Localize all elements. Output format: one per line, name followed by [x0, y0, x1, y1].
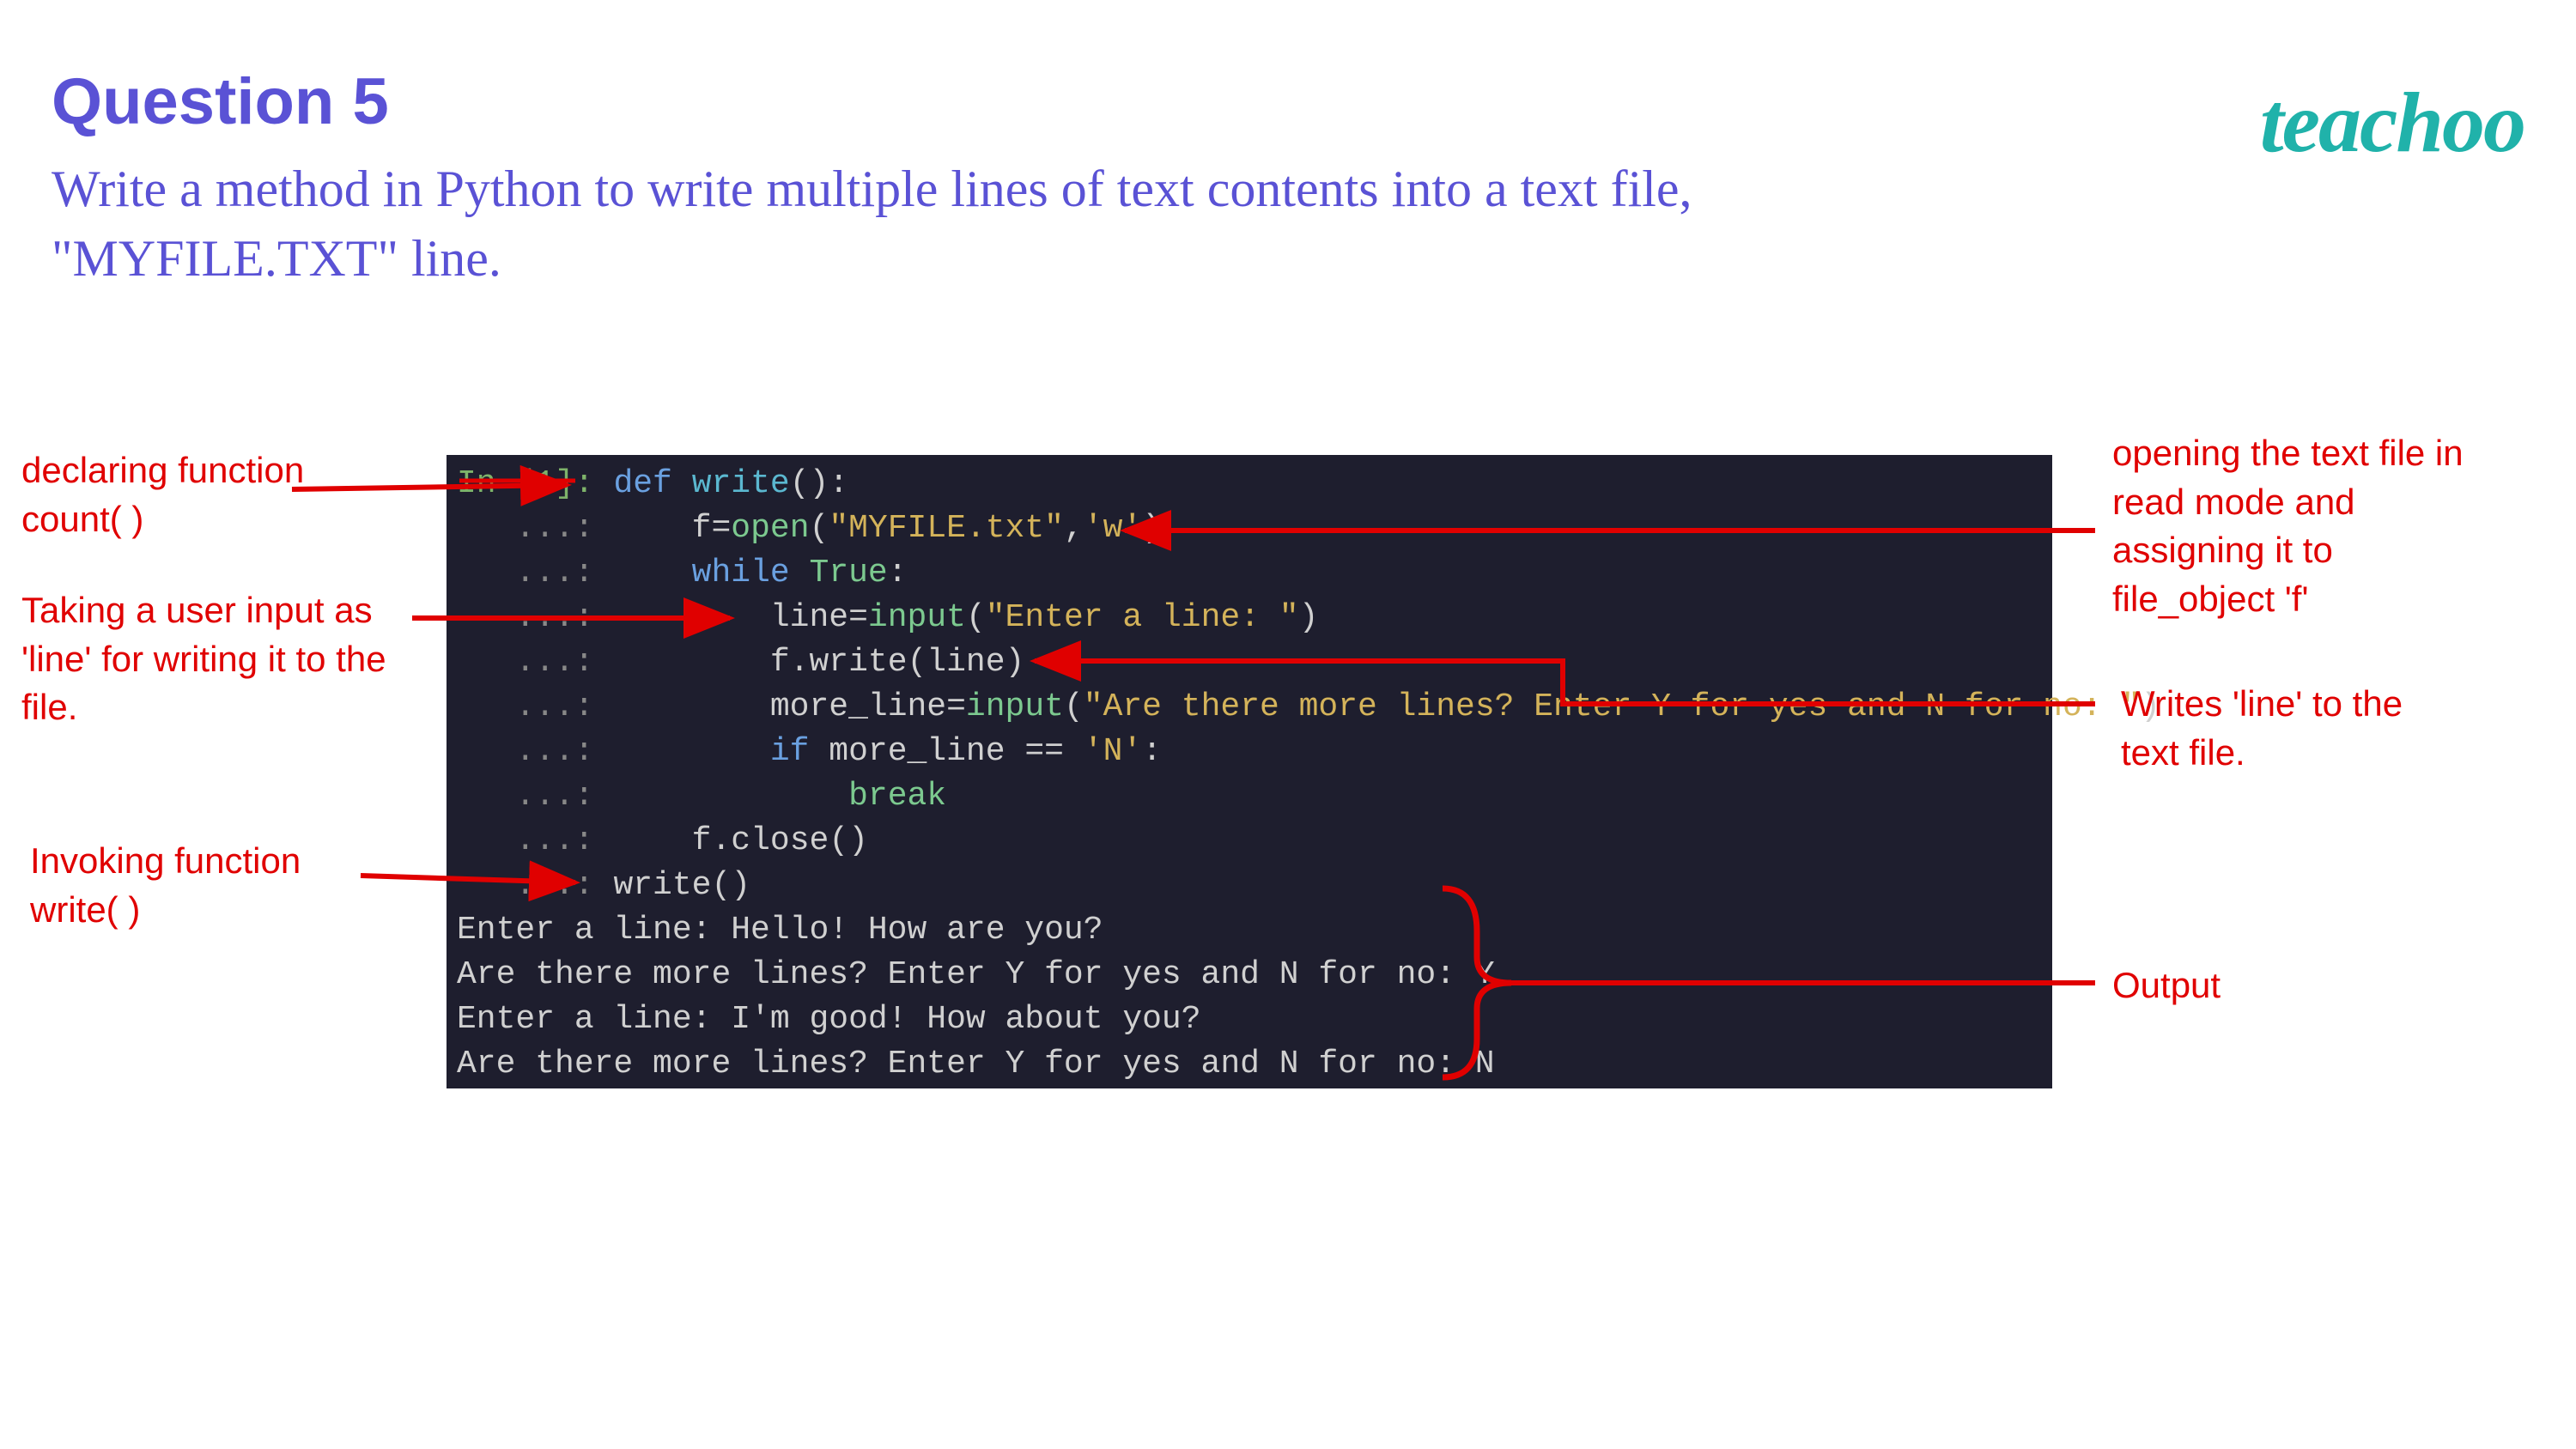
question-text: Write a method in Python to write multip…: [52, 155, 1855, 294]
cont: ...:: [515, 510, 593, 547]
question-title: Question 5: [52, 64, 389, 139]
lp: (: [1064, 688, 1084, 725]
true: True: [810, 555, 888, 591]
colon: :: [888, 555, 908, 591]
comma: ,: [1064, 510, 1084, 547]
eq: =: [848, 599, 868, 636]
fwrite: f.write(line): [770, 644, 1024, 681]
annotation-input: Taking a user input as 'line' for writin…: [21, 586, 416, 732]
annotation-declare: declaring function count( ): [21, 446, 348, 543]
out4: Are there more lines? Enter Y for yes an…: [457, 1046, 1495, 1082]
str1: "MYFILE.txt": [829, 510, 1064, 547]
while: while: [692, 555, 790, 591]
fclose: f.close(): [692, 822, 868, 859]
out3: Enter a line: I'm good! How about you?: [457, 1001, 1201, 1038]
strline: "Enter a line: ": [986, 599, 1299, 636]
input2: input: [966, 688, 1064, 725]
cont: ...:: [515, 778, 593, 815]
eq: =: [946, 688, 966, 725]
fn-parens: ():: [790, 465, 848, 502]
moreline: more_line: [770, 688, 946, 725]
colon2: :: [1142, 733, 1162, 770]
break: break: [848, 778, 946, 815]
out2: Are there more lines? Enter Y for yes an…: [457, 956, 1495, 993]
str2: 'w': [1084, 510, 1142, 547]
rp: ): [1299, 599, 1319, 636]
brand-logo: teachoo: [2260, 73, 2524, 172]
code-block: In [1]: def write(): ...: f=open("MYFILE…: [447, 455, 2052, 1088]
cont: ...:: [515, 867, 593, 904]
kw-def: def: [613, 465, 671, 502]
close: .close: [711, 822, 829, 859]
fn-name: write: [692, 465, 790, 502]
strmore: "Are there more lines? Enter Y for yes a…: [1084, 688, 2141, 725]
moreline2: more_line: [829, 733, 1005, 770]
cont: ...:: [515, 644, 593, 681]
rp: ): [1142, 510, 1162, 547]
writecall: write(): [613, 867, 750, 904]
cont: ...:: [515, 555, 593, 591]
cont: ...:: [515, 688, 593, 725]
prompt-in: In [1]:: [457, 465, 594, 502]
lp: (: [810, 510, 829, 547]
p: (): [829, 822, 868, 859]
annotation-write: Writes 'line' to the text file.: [2121, 680, 2447, 777]
if: if: [770, 733, 810, 770]
strn: 'N': [1084, 733, 1142, 770]
out1: Enter a line: Hello! How are you?: [457, 912, 1103, 949]
open-fn: open: [731, 510, 809, 547]
input: input: [868, 599, 966, 636]
annotation-open: opening the text file in read mode and a…: [2112, 429, 2499, 624]
cont: ...:: [515, 733, 593, 770]
f: f: [692, 822, 712, 859]
lp: (: [966, 599, 986, 636]
annotation-output: Output: [2112, 961, 2284, 1010]
var-f: f: [692, 510, 712, 547]
line: line: [770, 599, 848, 636]
eqeq: ==: [1024, 733, 1064, 770]
cont: ...:: [515, 822, 593, 859]
eq: =: [711, 510, 731, 547]
cont: ...:: [515, 599, 593, 636]
annotation-invoke: Invoking function write( ): [30, 837, 374, 934]
